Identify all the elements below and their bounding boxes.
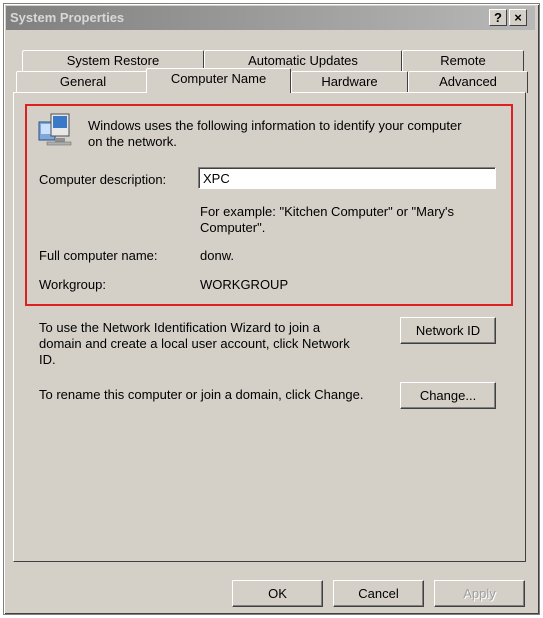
full-computer-name-label: Full computer name:: [39, 248, 158, 263]
change-button[interactable]: Change...: [400, 382, 496, 409]
network-id-text-line3: ID.: [39, 352, 56, 367]
example-hint-line2: Computer".: [200, 220, 266, 235]
apply-button[interactable]: Apply: [434, 580, 525, 607]
workgroup-value: WORKGROUP: [200, 277, 289, 292]
workgroup-label: Workgroup:: [39, 277, 106, 292]
rename-text: To rename this computer or join a domain…: [39, 387, 364, 402]
computer-description-label: Computer description:: [39, 172, 167, 187]
tab-computer-name[interactable]: Computer Name: [146, 68, 291, 93]
title-bar[interactable]: System Properties ? ×: [6, 6, 535, 30]
intro-text-line1: Windows uses the following information t…: [88, 118, 462, 133]
close-button[interactable]: ×: [509, 9, 527, 26]
network-id-button[interactable]: Network ID: [400, 317, 496, 344]
cancel-button[interactable]: Cancel: [333, 580, 424, 607]
example-hint-line1: For example: "Kitchen Computer" or "Mary…: [200, 204, 455, 219]
tab-hardware[interactable]: Hardware: [291, 71, 408, 93]
full-computer-name-value: donw.: [200, 248, 234, 263]
window-title: System Properties: [10, 10, 125, 25]
tab-remote[interactable]: Remote: [402, 50, 524, 72]
network-id-text-line2: domain and create a local user account, …: [39, 336, 350, 351]
ok-button[interactable]: OK: [232, 580, 323, 607]
network-id-text-line1: To use the Network Identification Wizard…: [39, 320, 321, 335]
tab-advanced[interactable]: Advanced: [408, 71, 528, 93]
intro-text-line2: on the network.: [88, 134, 177, 149]
tab-general[interactable]: General: [16, 71, 150, 93]
computer-network-icon: [38, 113, 72, 146]
computer-description-input[interactable]: [198, 167, 496, 189]
help-button[interactable]: ?: [489, 9, 507, 26]
